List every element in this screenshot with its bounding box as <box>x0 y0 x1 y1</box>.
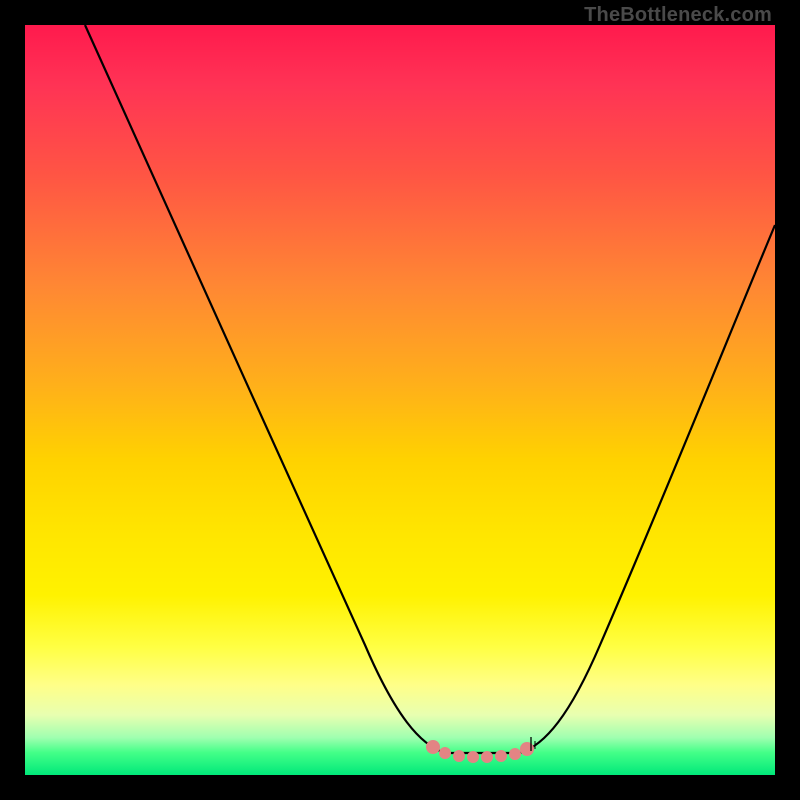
chart-frame: TheBottleneck.com <box>0 0 800 800</box>
brand-watermark: TheBottleneck.com <box>584 4 772 27</box>
optimal-range-marker <box>426 737 535 763</box>
bottleneck-curve-path <box>85 25 775 753</box>
bottleneck-curve-svg <box>25 25 775 775</box>
